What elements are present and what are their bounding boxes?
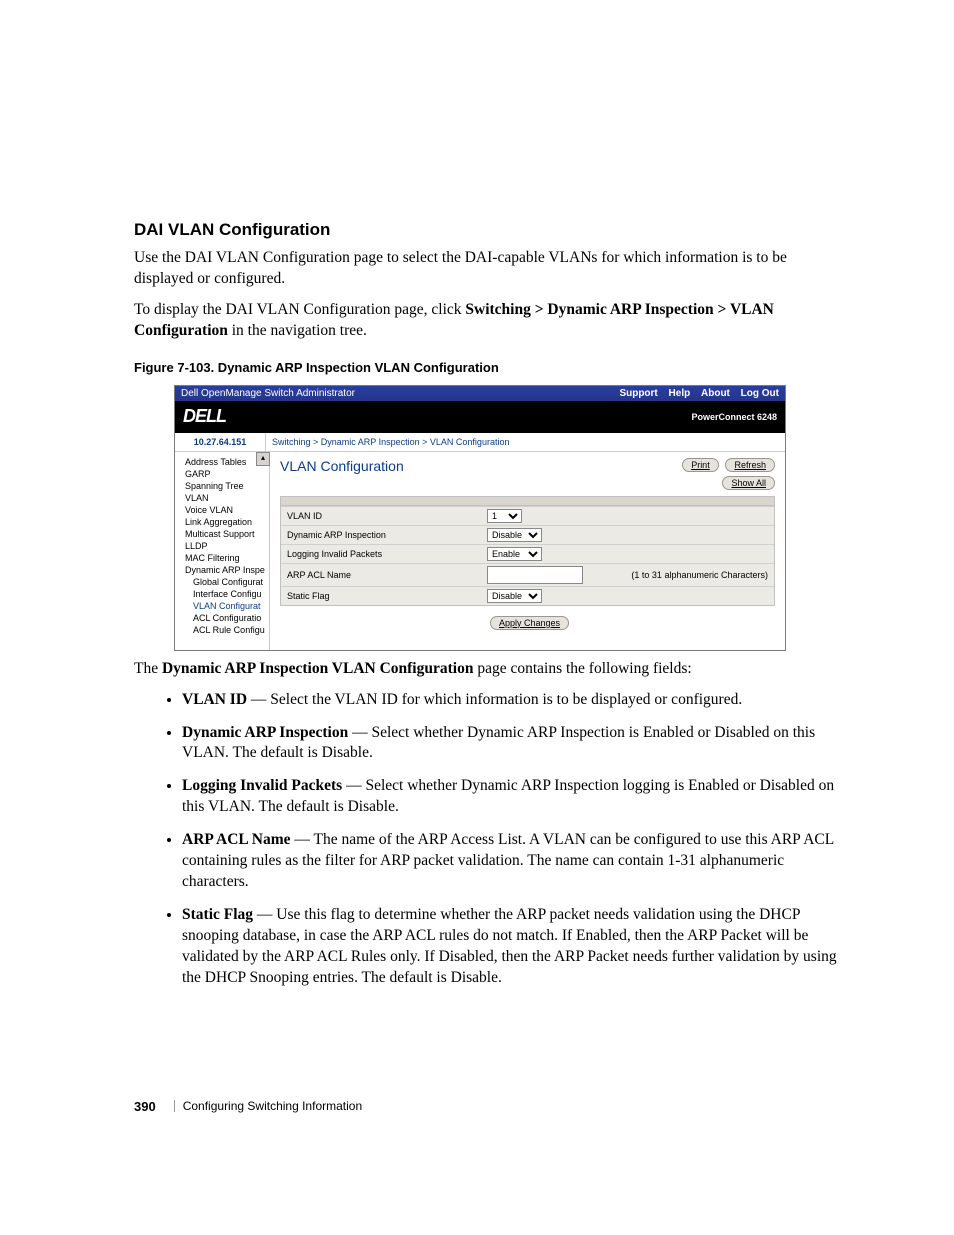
static-flag-select[interactable]: Disable <box>487 589 542 603</box>
sidebar-item[interactable]: Dynamic ARP Inspe <box>177 564 267 576</box>
content-pane: VLAN Configuration Print Refresh Show Al… <box>270 452 785 650</box>
label-acl-name: ARP ACL Name <box>287 570 487 580</box>
link-support[interactable]: Support <box>619 388 657 399</box>
model-label: PowerConnect 6248 <box>691 412 777 422</box>
chapter-title: Configuring Switching Information <box>183 1099 362 1113</box>
titlebar-links: Support Help About Log Out <box>611 388 779 399</box>
field-term: VLAN ID <box>182 691 247 708</box>
fields-intro-post: page contains the following fields: <box>473 660 691 677</box>
form-tab <box>281 497 774 506</box>
vlan-id-select[interactable]: 1 <box>487 509 522 523</box>
field-item: Static Flag — Use this flag to determine… <box>182 905 844 989</box>
print-button[interactable]: Print <box>682 458 719 472</box>
refresh-button[interactable]: Refresh <box>725 458 775 472</box>
page-footer: 390 Configuring Switching Information <box>134 1099 844 1114</box>
form-box: VLAN ID 1 Dynamic ARP Inspection Disable… <box>280 496 775 606</box>
screenshot-panel: Dell OpenManage Switch Administrator Sup… <box>174 385 786 651</box>
show-all-button[interactable]: Show All <box>722 476 775 490</box>
sidebar-item[interactable]: Multicast Support <box>177 528 267 540</box>
footer-separator <box>174 1100 175 1112</box>
breadcrumb-row: 10.27.64.151 Switching > Dynamic ARP Ins… <box>175 433 785 452</box>
intro-paragraph-1: Use the DAI VLAN Configuration page to s… <box>134 248 844 290</box>
section-heading: DAI VLAN Configuration <box>134 220 844 240</box>
dell-logo: DELL <box>183 406 226 427</box>
fields-intro-pre: The <box>134 660 162 677</box>
label-static-flag: Static Flag <box>287 591 487 601</box>
sidebar-sub[interactable]: ACL Rule Configu <box>177 624 267 636</box>
label-logging: Logging Invalid Packets <box>287 549 487 559</box>
dai-select[interactable]: Disable <box>487 528 542 542</box>
link-help[interactable]: Help <box>669 388 691 399</box>
field-item: VLAN ID — Select the VLAN ID for which i… <box>182 690 844 711</box>
app-title: Dell OpenManage Switch Administrator <box>181 388 355 399</box>
link-logout[interactable]: Log Out <box>741 388 779 399</box>
field-item: Dynamic ARP Inspection — Select whether … <box>182 723 844 765</box>
sidebar-item[interactable]: LLDP <box>177 540 267 552</box>
field-term: ARP ACL Name <box>182 831 291 848</box>
intro2-pre: To display the DAI VLAN Configuration pa… <box>134 301 465 318</box>
field-list: VLAN ID — Select the VLAN ID for which i… <box>134 690 844 989</box>
app-titlebar: Dell OpenManage Switch Administrator Sup… <box>175 386 785 401</box>
apply-changes-button[interactable]: Apply Changes <box>490 616 569 630</box>
link-about[interactable]: About <box>701 388 730 399</box>
field-item: Logging Invalid Packets — Select whether… <box>182 776 844 818</box>
sidebar-item[interactable]: Link Aggregation <box>177 516 267 528</box>
field-desc: — Select the VLAN ID for which informati… <box>247 691 742 708</box>
intro2-post: in the navigation tree. <box>228 322 367 339</box>
fields-intro: The Dynamic ARP Inspection VLAN Configur… <box>134 659 844 680</box>
device-ip: 10.27.64.151 <box>175 433 266 451</box>
breadcrumb: Switching > Dynamic ARP Inspection > VLA… <box>266 433 515 451</box>
field-term: Dynamic ARP Inspection <box>182 724 348 741</box>
sidebar-item[interactable]: GARP <box>177 468 267 480</box>
field-item: ARP ACL Name — The name of the ARP Acces… <box>182 830 844 893</box>
sidebar-item[interactable]: MAC Filtering <box>177 552 267 564</box>
page-title: VLAN Configuration <box>280 458 404 474</box>
sidebar-item[interactable]: Spanning Tree <box>177 480 267 492</box>
sidebar-sub-selected[interactable]: VLAN Configurat <box>177 600 267 612</box>
figure-caption: Figure 7-103. Dynamic ARP Inspection VLA… <box>134 360 844 375</box>
field-desc: — Use this flag to determine whether the… <box>182 906 837 986</box>
field-term: Logging Invalid Packets <box>182 777 342 794</box>
page-number: 390 <box>134 1099 156 1114</box>
logging-select[interactable]: Enable <box>487 547 542 561</box>
scroll-up-icon[interactable]: ▴ <box>256 452 270 466</box>
field-term: Static Flag <box>182 906 253 923</box>
label-vlan-id: VLAN ID <box>287 511 487 521</box>
sidebar-item[interactable]: Voice VLAN <box>177 504 267 516</box>
intro-paragraph-2: To display the DAI VLAN Configuration pa… <box>134 300 844 342</box>
acl-name-input[interactable] <box>487 566 583 584</box>
fields-intro-bold: Dynamic ARP Inspection VLAN Configuratio… <box>162 660 473 677</box>
nav-sidebar: ▴ Address Tables GARP Spanning Tree VLAN… <box>175 452 270 650</box>
sidebar-sub[interactable]: Global Configurat <box>177 576 267 588</box>
label-dai: Dynamic ARP Inspection <box>287 530 487 540</box>
sidebar-item[interactable]: Address Tables <box>177 456 267 468</box>
acl-name-hint: (1 to 31 alphanumeric Characters) <box>631 570 768 580</box>
sidebar-sub[interactable]: ACL Configuratio <box>177 612 267 624</box>
sidebar-item[interactable]: VLAN <box>177 492 267 504</box>
logo-row: DELL PowerConnect 6248 <box>175 401 785 433</box>
sidebar-sub[interactable]: Interface Configu <box>177 588 267 600</box>
